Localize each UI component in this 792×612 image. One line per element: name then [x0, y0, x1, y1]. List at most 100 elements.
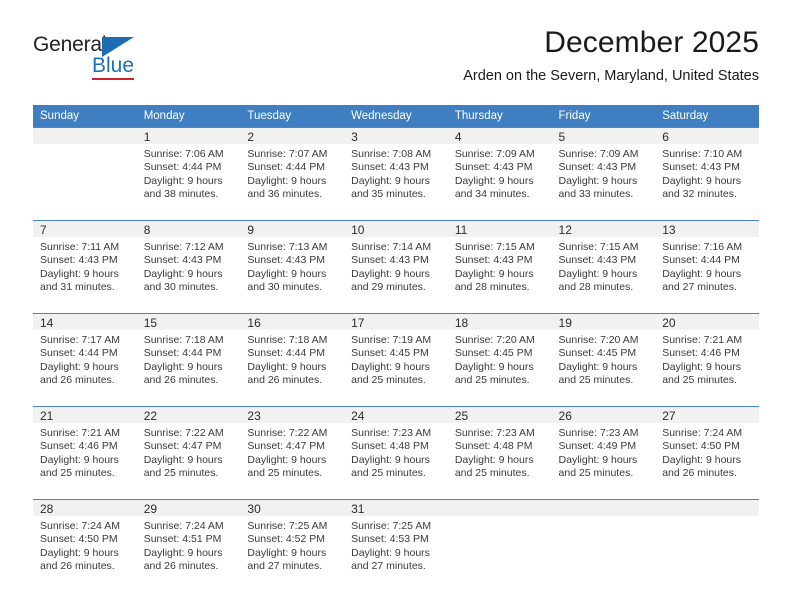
calendar-day-cell[interactable]: 5 Sunrise: 7:09 AM Sunset: 4:43 PM Dayli…: [551, 127, 656, 221]
calendar-day-cell[interactable]: 14 Sunrise: 7:17 AM Sunset: 4:44 PM Dayl…: [33, 313, 137, 407]
daylight-text-line2: and 30 minutes.: [247, 281, 323, 294]
calendar-day-cell[interactable]: [655, 499, 759, 592]
sunrise-text: Sunrise: 7:17 AM: [40, 334, 120, 346]
calendar-day-cell[interactable]: 22 Sunrise: 7:22 AM Sunset: 4:47 PM Dayl…: [136, 406, 241, 500]
calendar-day-cell[interactable]: 26 Sunrise: 7:23 AM Sunset: 4:49 PM Dayl…: [551, 406, 656, 500]
day-number: 8: [136, 221, 241, 237]
day-number: 4: [447, 128, 552, 144]
day-number: 2: [240, 128, 345, 144]
calendar-day-cell[interactable]: 28 Sunrise: 7:24 AM Sunset: 4:50 PM Dayl…: [33, 499, 137, 592]
sunrise-text: Sunrise: 7:25 AM: [247, 520, 328, 532]
calendar-day-cell[interactable]: 2 Sunrise: 7:07 AM Sunset: 4:44 PM Dayli…: [240, 127, 345, 221]
calendar-day-cell[interactable]: 20 Sunrise: 7:21 AM Sunset: 4:46 PM Dayl…: [655, 313, 759, 407]
day-number: 27: [655, 407, 759, 423]
day-number: 25: [447, 407, 552, 423]
daylight-text-line1: Daylight: 9 hours: [558, 267, 638, 280]
daylight-text-line2: and 27 minutes.: [247, 560, 323, 573]
calendar-day-cell[interactable]: 15 Sunrise: 7:18 AM Sunset: 4:44 PM Dayl…: [136, 313, 241, 407]
daylight-text-line1: Daylight: 9 hours: [351, 546, 430, 559]
daylight-text-line1: Daylight: 9 hours: [143, 174, 223, 187]
sunrise-text: Sunrise: 7:09 AM: [454, 148, 535, 160]
day-number: 13: [655, 221, 759, 237]
day-number: 14: [33, 314, 137, 330]
sunset-text: Sunset: 4:46 PM: [40, 440, 118, 453]
daylight-text-line2: and 25 minutes.: [40, 467, 115, 480]
calendar-day-cell[interactable]: 11 Sunrise: 7:15 AM Sunset: 4:43 PM Dayl…: [447, 220, 552, 314]
calendar-day-cell[interactable]: 27 Sunrise: 7:24 AM Sunset: 4:50 PM Dayl…: [655, 406, 759, 500]
logo-text-blue: Blue: [92, 55, 135, 80]
daylight-text-line1: Daylight: 9 hours: [351, 360, 430, 373]
sunrise-text: Sunrise: 7:10 AM: [662, 148, 743, 160]
calendar-day-cell[interactable]: [447, 499, 552, 592]
day-number: 19: [551, 314, 656, 330]
day-number: [447, 500, 552, 516]
calendar-day-cell[interactable]: 6 Sunrise: 7:10 AM Sunset: 4:43 PM Dayli…: [655, 127, 759, 221]
calendar-week-row: 28 Sunrise: 7:24 AM Sunset: 4:50 PM Dayl…: [33, 499, 759, 592]
calendar-day-cell[interactable]: 13 Sunrise: 7:16 AM Sunset: 4:44 PM Dayl…: [655, 220, 759, 314]
calendar-day-cell[interactable]: 4 Sunrise: 7:09 AM Sunset: 4:43 PM Dayli…: [447, 127, 552, 221]
sunrise-text: Sunrise: 7:09 AM: [558, 148, 639, 160]
calendar-day-cell[interactable]: 25 Sunrise: 7:23 AM Sunset: 4:48 PM Dayl…: [447, 406, 552, 500]
calendar-day-cell[interactable]: 12 Sunrise: 7:15 AM Sunset: 4:43 PM Dayl…: [551, 220, 656, 314]
sunset-text: Sunset: 4:44 PM: [662, 254, 740, 267]
sunset-text: Sunset: 4:43 PM: [351, 254, 429, 267]
calendar-day-cell[interactable]: [551, 499, 656, 592]
sunset-text: Sunset: 4:44 PM: [247, 161, 326, 174]
daylight-text-line2: and 28 minutes.: [454, 281, 530, 294]
calendar-day-cell[interactable]: 21 Sunrise: 7:21 AM Sunset: 4:46 PM Dayl…: [33, 406, 137, 500]
calendar-day-cell[interactable]: 19 Sunrise: 7:20 AM Sunset: 4:45 PM Dayl…: [551, 313, 656, 407]
daylight-text-line2: and 36 minutes.: [247, 188, 323, 201]
sunset-text: Sunset: 4:51 PM: [143, 533, 222, 546]
daylight-text-line2: and 35 minutes.: [351, 188, 426, 201]
daylight-text-line2: and 26 minutes.: [247, 374, 323, 387]
daylight-text-line2: and 25 minutes.: [558, 374, 634, 387]
sunset-text: Sunset: 4:53 PM: [351, 533, 429, 546]
daylight-text-line1: Daylight: 9 hours: [40, 546, 119, 559]
sunrise-text: Sunrise: 7:21 AM: [662, 334, 743, 346]
daylight-text-line1: Daylight: 9 hours: [454, 174, 534, 187]
daylight-text-line2: and 33 minutes.: [558, 188, 634, 201]
day-number: 7: [33, 221, 137, 237]
day-number: 26: [551, 407, 656, 423]
sunset-text: Sunset: 4:43 PM: [247, 254, 326, 267]
weekday-header-wednesday: Wednesday: [344, 105, 448, 128]
calendar-day-cell[interactable]: 16 Sunrise: 7:18 AM Sunset: 4:44 PM Dayl…: [240, 313, 345, 407]
day-number: 10: [344, 221, 448, 237]
calendar-day-cell[interactable]: 18 Sunrise: 7:20 AM Sunset: 4:45 PM Dayl…: [447, 313, 552, 407]
sunset-text: Sunset: 4:45 PM: [351, 347, 429, 360]
sunset-text: Sunset: 4:48 PM: [454, 440, 533, 453]
daylight-text-line2: and 25 minutes.: [143, 467, 219, 480]
calendar-day-cell[interactable]: 3 Sunrise: 7:08 AM Sunset: 4:43 PM Dayli…: [344, 127, 448, 221]
daylight-text-line1: Daylight: 9 hours: [143, 453, 223, 466]
calendar-day-cell[interactable]: 23 Sunrise: 7:22 AM Sunset: 4:47 PM Dayl…: [240, 406, 345, 500]
daylight-text-line1: Daylight: 9 hours: [351, 453, 430, 466]
day-number: 17: [344, 314, 448, 330]
weekday-header-monday: Monday: [136, 105, 241, 128]
sunset-text: Sunset: 4:43 PM: [454, 161, 533, 174]
sunset-text: Sunset: 4:43 PM: [454, 254, 533, 267]
daylight-text-line2: and 25 minutes.: [662, 374, 737, 387]
daylight-text-line2: and 25 minutes.: [351, 374, 426, 387]
calendar-day-cell[interactable]: 9 Sunrise: 7:13 AM Sunset: 4:43 PM Dayli…: [240, 220, 345, 314]
calendar-day-cell[interactable]: 30 Sunrise: 7:25 AM Sunset: 4:52 PM Dayl…: [240, 499, 345, 592]
calendar-day-cell[interactable]: 8 Sunrise: 7:12 AM Sunset: 4:43 PM Dayli…: [136, 220, 241, 314]
sunset-text: Sunset: 4:44 PM: [40, 347, 118, 360]
sunrise-text: Sunrise: 7:19 AM: [351, 334, 432, 346]
sunset-text: Sunset: 4:44 PM: [247, 347, 326, 360]
calendar-day-cell[interactable]: 17 Sunrise: 7:19 AM Sunset: 4:45 PM Dayl…: [344, 313, 448, 407]
general-blue-logo[interactable]: General Blue: [33, 34, 153, 80]
calendar-day-cell[interactable]: 7 Sunrise: 7:11 AM Sunset: 4:43 PM Dayli…: [33, 220, 137, 314]
calendar-day-cell[interactable]: 1 Sunrise: 7:06 AM Sunset: 4:44 PM Dayli…: [136, 127, 241, 221]
calendar-day-cell[interactable]: 29 Sunrise: 7:24 AM Sunset: 4:51 PM Dayl…: [136, 499, 241, 592]
calendar-week-row: 7 Sunrise: 7:11 AM Sunset: 4:43 PM Dayli…: [33, 220, 759, 314]
sunrise-text: Sunrise: 7:23 AM: [558, 427, 639, 439]
calendar-day-cell[interactable]: 24 Sunrise: 7:23 AM Sunset: 4:48 PM Dayl…: [344, 406, 448, 500]
day-number: 9: [240, 221, 345, 237]
calendar-day-cell[interactable]: 10 Sunrise: 7:14 AM Sunset: 4:43 PM Dayl…: [344, 220, 448, 314]
daylight-text-line1: Daylight: 9 hours: [40, 453, 119, 466]
day-number: 5: [551, 128, 656, 144]
day-number: 11: [447, 221, 552, 237]
sunrise-text: Sunrise: 7:18 AM: [143, 334, 224, 346]
calendar-day-cell[interactable]: 31 Sunrise: 7:25 AM Sunset: 4:53 PM Dayl…: [344, 499, 448, 592]
calendar-day-cell[interactable]: [33, 127, 137, 221]
